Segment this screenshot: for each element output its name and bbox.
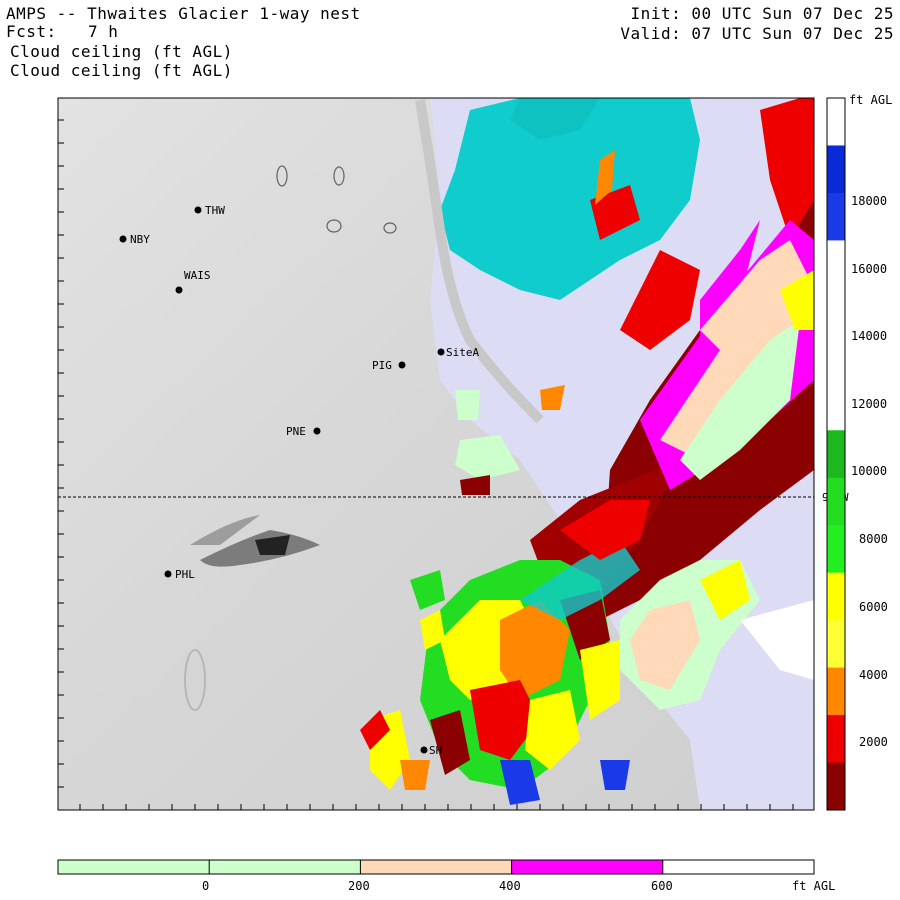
- colorbar-vertical-segment: [827, 620, 845, 669]
- vtick-16000: 16000: [851, 262, 887, 276]
- vtick-6000: 6000: [859, 600, 888, 614]
- station-label-pig: PIG: [372, 359, 392, 372]
- colorbar-vertical: ft AGL 18000 16000 14000 12000 10000 800…: [826, 93, 892, 811]
- vtick-12000: 12000: [851, 397, 887, 411]
- forecast-map: 90 W THW NBY WAIS SiteA PIG PNE PHL SH f…: [57, 93, 892, 893]
- colorbar-vertical-segment: [827, 762, 845, 811]
- htick-200: 200: [348, 879, 370, 893]
- station-dot-thw: [194, 206, 202, 214]
- station-dot-wais: [175, 286, 183, 294]
- htick-0: 0: [202, 879, 209, 893]
- colorbar-vertical-segment: [827, 382, 845, 431]
- colorbar-vertical-unit: ft AGL: [849, 93, 892, 107]
- station-dot-sitea: [437, 348, 445, 356]
- vtick-10000: 10000: [851, 464, 887, 478]
- station-label-sitea: SiteA: [446, 346, 479, 359]
- colorbar-vertical-segment: [827, 145, 845, 194]
- colorbar-horizontal-segment: [360, 860, 513, 874]
- colorbar-vertical-segment: [827, 98, 845, 146]
- colorbar-vertical-segment: [827, 240, 845, 289]
- station-label-sh: SH: [429, 744, 442, 757]
- station-dot-pne: [313, 427, 321, 435]
- colorbar-horizontal-segments: [58, 860, 815, 874]
- colorbar-vertical-segment: [827, 667, 845, 716]
- station-dot-nby: [119, 235, 127, 243]
- station-label-pne: PNE: [286, 425, 306, 438]
- colorbar-horizontal-segment: [511, 860, 664, 874]
- htick-600: 600: [651, 879, 673, 893]
- colorbar-vertical-segment: [827, 192, 845, 241]
- station-dot-pig: [398, 361, 406, 369]
- colorbar-vertical-segment: [827, 572, 845, 621]
- vtick-2000: 2000: [859, 735, 888, 749]
- vtick-14000: 14000: [851, 329, 887, 343]
- station-label-thw: THW: [205, 204, 225, 217]
- colorbar-vertical-segments: [827, 98, 845, 811]
- colorbar-vertical-segment: [827, 430, 845, 479]
- station-label-wais: WAIS: [184, 269, 211, 282]
- station-dot-sh: [420, 746, 428, 754]
- vtick-4000: 4000: [859, 668, 888, 682]
- colorbar-horizontal-segment: [209, 860, 361, 874]
- station-dot-phl: [164, 570, 172, 578]
- station-label-nby: NBY: [130, 233, 150, 246]
- colorbar-horizontal-unit: ft AGL: [792, 879, 835, 893]
- colorbar-vertical-segment: [827, 287, 845, 336]
- map-field: [58, 98, 814, 810]
- colorbar-vertical-ticks: 18000 16000 14000 12000 10000 8000 6000 …: [851, 194, 888, 749]
- colorbar-horizontal: 0 200 400 600 ft AGL: [57, 859, 835, 893]
- vtick-18000: 18000: [851, 194, 887, 208]
- colorbar-vertical-segment: [827, 715, 845, 764]
- colorbar-horizontal-segment: [662, 860, 815, 874]
- colorbar-vertical-segment: [827, 477, 845, 526]
- colorbar-horizontal-segment: [58, 860, 210, 874]
- vtick-8000: 8000: [859, 532, 888, 546]
- station-label-phl: PHL: [175, 568, 195, 581]
- colorbar-vertical-segment: [827, 525, 845, 574]
- htick-400: 400: [499, 879, 521, 893]
- colorbar-vertical-segment: [827, 335, 845, 384]
